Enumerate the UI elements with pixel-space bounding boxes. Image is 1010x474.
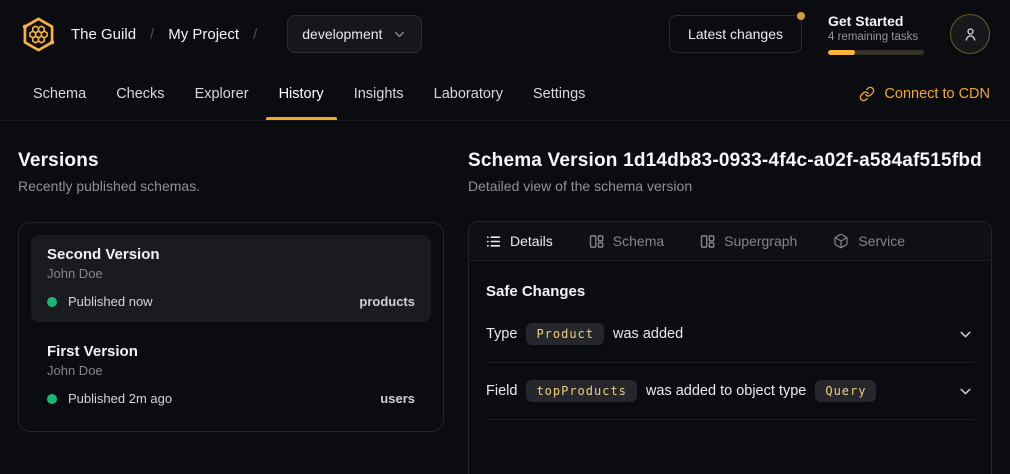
change-text: was added — [613, 326, 683, 342]
main-content: Versions Recently published schemas. Sec… — [0, 121, 1010, 474]
nav-tab-explorer[interactable]: Explorer — [182, 68, 262, 120]
list-icon — [486, 234, 501, 249]
detail-tabs: Details Schema Supergraph Service — [469, 222, 991, 261]
breadcrumb-org[interactable]: The Guild — [71, 26, 136, 43]
published-status-dot — [47, 394, 57, 404]
nav-tab-history[interactable]: History — [266, 68, 337, 120]
person-icon — [961, 25, 980, 44]
safe-changes-title: Safe Changes — [486, 283, 974, 300]
version-name: Second Version — [47, 246, 415, 263]
change-text: Type — [486, 326, 517, 342]
nav-tab-settings[interactable]: Settings — [520, 68, 598, 120]
hive-logo-icon[interactable] — [20, 16, 57, 53]
chevron-down-icon[interactable] — [957, 326, 974, 343]
code-chip: Query — [815, 380, 876, 402]
notification-dot — [797, 12, 805, 20]
code-chip: topProducts — [526, 380, 636, 402]
nav-tabs: SchemaChecksExplorerHistoryInsightsLabor… — [20, 68, 602, 120]
get-started-progress-fill — [828, 50, 855, 55]
latest-changes-label: Latest changes — [688, 26, 783, 42]
version-name: First Version — [47, 343, 415, 360]
service-name: users — [380, 391, 415, 406]
detail-tab-schema[interactable]: Schema — [589, 233, 664, 249]
version-detail-column: Schema Version 1d14db83-0933-4f4c-a02f-a… — [468, 150, 992, 474]
versions-subtitle: Recently published schemas. — [18, 178, 444, 194]
detail-body: Safe Changes Type Product was added Fieldto… — [469, 283, 991, 420]
versions-card: Second Version John Doe Published now produ… — [18, 222, 444, 432]
environment-selector-value: development — [302, 26, 382, 42]
connect-to-cdn-label: Connect to CDN — [884, 86, 990, 102]
published-time: Published now — [68, 294, 153, 309]
nav-tab-checks[interactable]: Checks — [103, 68, 177, 120]
environment-selector[interactable]: development — [287, 15, 422, 53]
detail-tab-label: Service — [858, 233, 905, 249]
top-header: The Guild / My Project / development Lat… — [0, 0, 1010, 68]
detail-tab-label: Schema — [613, 233, 664, 249]
version-meta: Published 2m ago users — [47, 391, 415, 406]
detail-tab-details[interactable]: Details — [486, 233, 553, 249]
connect-to-cdn-link[interactable]: Connect to CDN — [859, 68, 990, 120]
version-author: John Doe — [47, 266, 415, 281]
chevron-down-icon[interactable] — [957, 383, 974, 400]
get-started-title: Get Started — [828, 13, 924, 29]
layout-icon — [700, 234, 715, 249]
detail-tab-label: Supergraph — [724, 233, 797, 249]
box-icon — [833, 233, 849, 249]
get-started-subtitle: 4 remaining tasks — [828, 31, 924, 43]
breadcrumb-project[interactable]: My Project — [168, 26, 239, 43]
version-item-second-version[interactable]: Second Version John Doe Published now produ… — [31, 235, 431, 322]
get-started-progressbar — [828, 50, 924, 55]
service-name: products — [359, 294, 415, 309]
get-started-widget[interactable]: Get Started 4 remaining tasks — [828, 13, 924, 55]
nav-tab-laboratory[interactable]: Laboratory — [421, 68, 516, 120]
chevron-down-icon — [392, 27, 407, 42]
breadcrumb-separator: / — [253, 26, 257, 43]
change-text: was added to object type — [646, 383, 806, 399]
link-icon — [859, 86, 875, 102]
versions-column: Versions Recently published schemas. Sec… — [18, 150, 444, 474]
project-navbar: SchemaChecksExplorerHistoryInsightsLabor… — [0, 68, 1010, 121]
version-author: John Doe — [47, 363, 415, 378]
latest-changes-button[interactable]: Latest changes — [669, 15, 802, 53]
detail-tab-label: Details — [510, 233, 553, 249]
schema-version-subtitle: Detailed view of the schema version — [468, 178, 992, 194]
published-time: Published 2m ago — [68, 391, 172, 406]
schema-version-title: Schema Version 1d14db83-0933-4f4c-a02f-a… — [468, 150, 992, 172]
nav-tab-insights[interactable]: Insights — [341, 68, 417, 120]
user-avatar[interactable] — [950, 14, 990, 54]
change-text: Field — [486, 383, 517, 399]
nav-tab-schema[interactable]: Schema — [20, 68, 99, 120]
version-item-first-version[interactable]: First Version John Doe Published 2m ago use… — [31, 332, 431, 419]
code-chip: Product — [526, 323, 604, 345]
detail-tab-service[interactable]: Service — [833, 233, 905, 249]
version-detail-panel: Details Schema Supergraph Service Safe Chan… — [468, 221, 992, 474]
version-meta: Published now products — [47, 294, 415, 309]
app-window: The Guild / My Project / development Lat… — [0, 0, 1010, 474]
header-actions: Latest changes Get Started 4 remaining t… — [669, 13, 990, 55]
change-list: Type Product was added Field topProducts was … — [486, 306, 974, 420]
versions-title: Versions — [18, 150, 444, 172]
published-status-dot — [47, 297, 57, 307]
detail-tab-supergraph[interactable]: Supergraph — [700, 233, 797, 249]
layout-icon — [589, 234, 604, 249]
change-row-2[interactable]: Field topProducts was added to object type… — [486, 363, 974, 420]
change-row-1[interactable]: Type Product was added — [486, 306, 974, 363]
breadcrumb-separator: / — [150, 26, 154, 43]
